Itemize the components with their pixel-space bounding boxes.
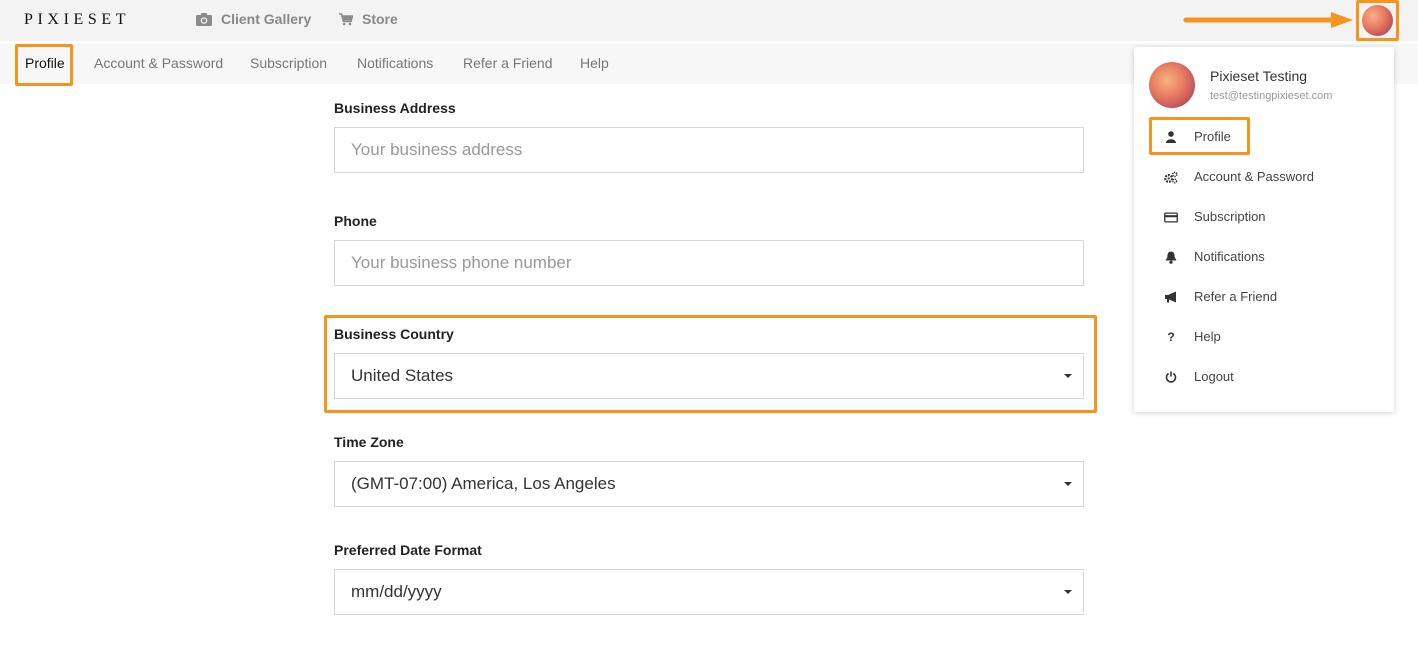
user-icon (1164, 130, 1178, 144)
business-country-value: United States (351, 366, 454, 385)
gears-icon (1164, 170, 1178, 184)
caret-down-icon (1064, 590, 1072, 594)
business-country-label: Business Country (334, 326, 454, 342)
business-address-label: Business Address (334, 100, 456, 116)
business-address-input[interactable] (334, 127, 1084, 173)
menu-item-help[interactable]: ? Help (1134, 322, 1394, 352)
time-zone-select[interactable]: (GMT-07:00) America, Los Angeles (334, 461, 1084, 507)
date-format-select[interactable]: mm/dd/yyyy (334, 569, 1084, 615)
tab-account-password[interactable]: Account & Password (94, 55, 223, 71)
menu-item-subscription[interactable]: Subscription (1134, 202, 1394, 232)
power-icon (1164, 370, 1178, 384)
time-zone-label: Time Zone (334, 434, 404, 450)
tab-notifications[interactable]: Notifications (357, 55, 433, 71)
pixieset-logo[interactable]: PIXIESET (24, 11, 130, 29)
camera-icon (196, 12, 212, 26)
tab-refer-a-friend[interactable]: Refer a Friend (463, 55, 552, 71)
menu-item-profile-label: Profile (1194, 129, 1231, 144)
dropdown-avatar (1149, 62, 1195, 108)
tab-profile[interactable]: Profile (25, 55, 65, 71)
business-country-select[interactable]: United States (334, 353, 1084, 399)
menu-item-logout-label: Logout (1194, 369, 1234, 384)
top-bar: PIXIESET Client Gallery Store (0, 0, 1418, 41)
dropdown-user-name: Pixieset Testing (1210, 68, 1308, 84)
nav-client-gallery-label: Client Gallery (221, 11, 312, 27)
credit-card-icon (1164, 210, 1178, 224)
nav-store-label: Store (362, 11, 398, 27)
nav-store[interactable]: Store (339, 11, 398, 27)
menu-item-profile[interactable]: Profile (1134, 122, 1394, 152)
phone-input[interactable] (334, 240, 1084, 286)
nav-client-gallery[interactable]: Client Gallery (196, 11, 311, 27)
date-format-value: mm/dd/yyyy (351, 582, 442, 601)
megaphone-icon (1164, 290, 1178, 304)
caret-down-icon (1064, 482, 1072, 486)
menu-item-logout[interactable]: Logout (1134, 362, 1394, 392)
tab-help[interactable]: Help (580, 55, 609, 71)
menu-item-subscription-label: Subscription (1194, 209, 1266, 224)
question-icon: ? (1167, 330, 1175, 344)
user-dropdown-menu: Pixieset Testing test@testingpixieset.co… (1134, 47, 1394, 412)
menu-item-notifications[interactable]: Notifications (1134, 242, 1394, 272)
tab-subscription[interactable]: Subscription (250, 55, 327, 71)
menu-item-refer-a-friend-label: Refer a Friend (1194, 289, 1278, 304)
menu-item-notifications-label: Notifications (1194, 249, 1265, 264)
bell-icon (1164, 250, 1178, 264)
user-avatar-button[interactable] (1362, 5, 1393, 36)
date-format-label: Preferred Date Format (334, 542, 482, 558)
menu-item-help-label: Help (1194, 329, 1221, 344)
menu-item-account-password-label: Account & Password (1194, 169, 1314, 184)
cart-icon (339, 12, 353, 25)
phone-label: Phone (334, 213, 377, 229)
time-zone-value: (GMT-07:00) America, Los Angeles (351, 474, 616, 493)
dropdown-user-email: test@testingpixieset.com (1210, 90, 1333, 102)
caret-down-icon (1064, 374, 1072, 378)
menu-item-account-password[interactable]: Account & Password (1134, 162, 1394, 192)
menu-item-refer-a-friend[interactable]: Refer a Friend (1134, 282, 1394, 312)
annotation-arrow-icon (1183, 12, 1353, 28)
